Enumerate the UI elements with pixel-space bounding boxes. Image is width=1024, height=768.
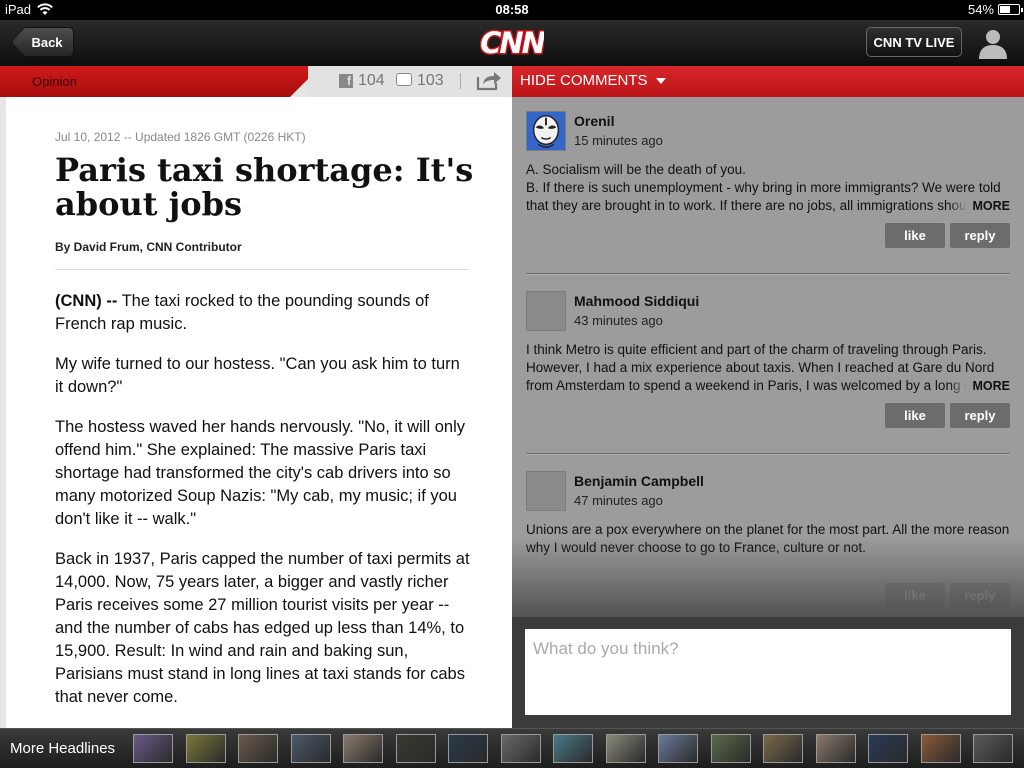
- comment-author[interactable]: Orenil: [574, 113, 614, 129]
- comment-item: Benjamin Campbell 47 minutes ago Unions …: [526, 457, 1010, 617]
- more-link[interactable]: MORE: [948, 377, 1010, 395]
- headline-thumbnail[interactable]: [290, 734, 331, 763]
- comment-item: Orenil 15 minutes ago A. Socialism will …: [526, 97, 1010, 272]
- cnn-logo: CNN: [480, 26, 544, 58]
- like-button[interactable]: like: [885, 403, 945, 428]
- headline-thumbnail[interactable]: [500, 734, 541, 763]
- article-paragraph: Back in 1937, Paris capped the number of…: [55, 550, 470, 706]
- headline-thumbnail[interactable]: [710, 734, 751, 763]
- more-headlines-label[interactable]: More Headlines: [10, 740, 115, 757]
- dateline: Jul 10, 2012 -- Updated 1826 GMT (0226 H…: [55, 130, 306, 144]
- status-bar: iPad 08:58 54%: [0, 0, 1024, 20]
- article-paragraph: My wife turned to our hostess. "Can you …: [55, 355, 460, 396]
- article-body: (CNN) -- The taxi rocked to the pounding…: [55, 290, 471, 726]
- comment-author[interactable]: Benjamin Campbell: [574, 473, 704, 489]
- headline-thumbnail[interactable]: [815, 734, 856, 763]
- comment-bubble-icon[interactable]: [396, 73, 412, 86]
- comment-text: I think Metro is quite efficient and par…: [526, 342, 1006, 393]
- comment-divider: [526, 453, 1010, 454]
- headline: Paris taxi shortage: It's about jobs: [55, 151, 474, 223]
- reply-button[interactable]: reply: [950, 583, 1010, 608]
- headline-thumbnail[interactable]: [448, 734, 488, 763]
- article-paragraph: (CNN) -- The taxi rocked to the pounding…: [55, 290, 471, 336]
- headline-thumbnail[interactable]: [920, 734, 961, 763]
- comment-time: 15 minutes ago: [574, 133, 663, 148]
- comment-text: A. Socialism will be the death of you. B…: [526, 162, 1010, 213]
- headline-thumbnail[interactable]: [133, 734, 173, 763]
- share-bar: f 104 103: [308, 66, 512, 97]
- headline-thumbnail[interactable]: [553, 734, 593, 763]
- headline-thumbnail[interactable]: [605, 734, 646, 763]
- reply-button[interactable]: reply: [950, 403, 1010, 428]
- comment-divider: [526, 273, 1010, 274]
- hide-comments-label: HIDE COMMENTS: [520, 72, 648, 89]
- facebook-icon[interactable]: f: [339, 74, 353, 88]
- comment-author[interactable]: Mahmood Siddiqui: [574, 293, 699, 309]
- headline-thumbnail[interactable]: [868, 734, 908, 763]
- headline-thumbnail[interactable]: [185, 734, 226, 763]
- comment-input[interactable]: [525, 629, 1011, 715]
- cnn-tv-live-button[interactable]: CNN TV LIVE: [866, 27, 962, 57]
- like-button[interactable]: like: [885, 223, 945, 248]
- comment-time: 43 minutes ago: [574, 313, 663, 328]
- section-label[interactable]: Opinion: [32, 74, 77, 89]
- headline-thumbnail[interactable]: [343, 734, 383, 763]
- back-button[interactable]: Back: [12, 27, 74, 57]
- article-paragraph: The hostess waved her hands nervously. "…: [55, 418, 465, 528]
- comments-header: HIDE COMMENTS: [512, 66, 1024, 97]
- profile-icon[interactable]: [976, 26, 1010, 60]
- section-bar: Opinion: [0, 66, 308, 97]
- lead-tag: (CNN) --: [55, 292, 118, 310]
- like-button[interactable]: like: [885, 583, 945, 608]
- caret-down-icon: [655, 77, 666, 84]
- comments-pane: HIDE COMMENTS Orenil 15 minutes ago A. S…: [512, 66, 1024, 728]
- battery-percent: 54%: [967, 2, 994, 17]
- headline-thumbnail[interactable]: [973, 734, 1013, 763]
- headline-thumbnail[interactable]: [763, 734, 803, 763]
- comment-item: Mahmood Siddiqui 43 minutes ago I think …: [526, 277, 1010, 452]
- headline-thumbnail[interactable]: [395, 734, 436, 763]
- comment-text: Unions are a pox everywhere on the plane…: [526, 522, 1010, 555]
- article-card: Jul 10, 2012 -- Updated 1826 GMT (0226 H…: [6, 97, 512, 728]
- headline-thumbnail[interactable]: [238, 734, 278, 763]
- hide-comments-toggle[interactable]: HIDE COMMENTS: [520, 72, 666, 89]
- comment-time: 47 minutes ago: [574, 493, 663, 508]
- nav-bar: Back CNN CNN TV LIVE: [0, 20, 1024, 66]
- more-link[interactable]: MORE: [948, 197, 1010, 215]
- battery-icon: [998, 4, 1023, 15]
- avatar[interactable]: [526, 291, 566, 331]
- share-icon[interactable]: [476, 69, 502, 91]
- reply-button[interactable]: reply: [950, 223, 1010, 248]
- byline: By David Frum, CNN Contributor: [55, 240, 242, 254]
- divider: [460, 73, 461, 89]
- avatar[interactable]: [526, 111, 566, 151]
- article-pane: Opinion f 104 103 Jul 10, 2012 -- Update…: [0, 66, 512, 728]
- avatar[interactable]: [526, 471, 566, 511]
- clock: 08:58: [495, 2, 529, 17]
- divider: [55, 269, 469, 270]
- more-headlines-bar: More Headlines: [0, 728, 1024, 768]
- comment-count[interactable]: 103: [417, 72, 444, 90]
- svg-text:CNN: CNN: [480, 26, 544, 58]
- compose-area: [512, 617, 1024, 728]
- comment-list[interactable]: Orenil 15 minutes ago A. Socialism will …: [512, 97, 1024, 617]
- facebook-count[interactable]: 104: [358, 72, 385, 90]
- headline-thumbnail[interactable]: [658, 734, 698, 763]
